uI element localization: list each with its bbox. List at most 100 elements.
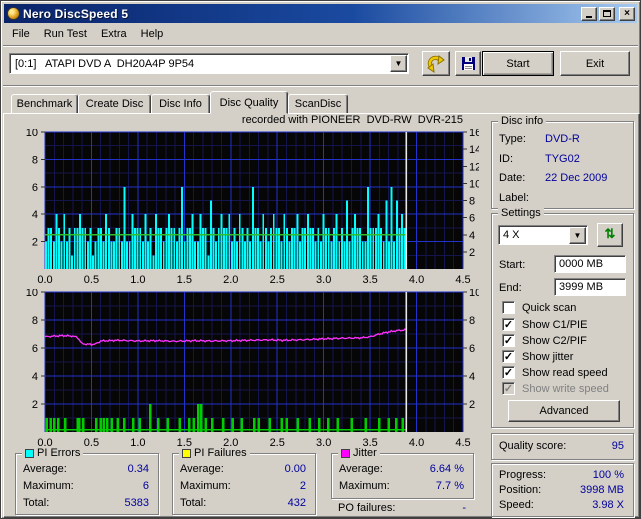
svg-text:10: 10 (26, 129, 38, 139)
app-window: Nero DiscSpeed 5 × File Run Test Extra H… (0, 0, 641, 519)
maximize-icon (603, 9, 611, 17)
menu-file[interactable]: File (5, 26, 37, 44)
chevron-down-icon[interactable]: ▼ (569, 226, 586, 244)
disc-label-label: Label: (499, 192, 529, 204)
po-failures-row: PO failures: - (338, 502, 468, 516)
checkbox-show-jitter[interactable]: Show jitter (502, 350, 573, 363)
svg-text:2.5: 2.5 (270, 274, 285, 286)
pie-maximum-label: Maximum: (23, 480, 74, 492)
advanced-button[interactable]: Advanced (508, 400, 620, 422)
close-button[interactable]: × (619, 6, 635, 21)
pi-errors-stats-box: PI Errors Average: 0.34 Maximum: 6 Total: 5… (15, 447, 159, 515)
jitter-maximum-value: 7.7 % (435, 480, 464, 492)
tab-benchmark[interactable]: Benchmark (11, 94, 78, 114)
svg-text:14: 14 (469, 144, 479, 156)
progress-value: 100 % (592, 469, 624, 481)
checkbox-icon (502, 366, 515, 379)
svg-text:4: 4 (469, 230, 475, 242)
disc-date-value: 22 Dec 2009 (545, 172, 608, 184)
window-title: Nero DiscSpeed 5 (23, 6, 129, 21)
svg-text:1.0: 1.0 (130, 274, 145, 286)
pie-total-label: Total: (23, 497, 50, 509)
disc-info-box: Disc info Type: DVD-R ID: TYG02 Date: 22 De… (491, 115, 634, 209)
svg-text:3.0: 3.0 (316, 274, 331, 286)
svg-text:1.5: 1.5 (177, 274, 192, 286)
menu-help[interactable]: Help (134, 26, 171, 44)
progress-label: Progress: (499, 469, 547, 481)
drive-select-combo[interactable]: [0:1] ATAPI DVD A DH20A4P 9P54 ▼ (9, 53, 409, 74)
svg-text:4.0: 4.0 (409, 274, 424, 286)
chevron-down-icon[interactable]: ▼ (390, 55, 407, 72)
svg-text:3.0: 3.0 (316, 437, 331, 449)
svg-text:4: 4 (32, 371, 38, 383)
start-button[interactable]: Start (482, 51, 554, 76)
svg-text:2.0: 2.0 (223, 274, 238, 286)
exit-button[interactable]: Exit (560, 51, 630, 76)
scan-start-label: Start: (499, 259, 526, 271)
pif-maximum-label: Maximum: (180, 480, 231, 492)
checkbox-label: Show C2/PIF (522, 334, 587, 347)
separator (3, 45, 638, 47)
svg-text:2: 2 (32, 399, 38, 411)
checkbox-icon (502, 301, 515, 314)
svg-text:0.5: 0.5 (84, 274, 99, 286)
save-results-button[interactable] (455, 51, 481, 76)
pi-errors-chart: 10 8 6 4 2 16 14 12 10 8 6 4 2 0.0 0.5 1.0 1.5 2.0 2.5 3.0 3… (26, 129, 479, 286)
checkbox-label: Show jitter (522, 350, 574, 363)
svg-text:10: 10 (26, 289, 38, 299)
svg-text:16: 16 (469, 129, 479, 139)
svg-text:2.5: 2.5 (270, 437, 285, 449)
pi-failures-title: PI Failures (194, 447, 247, 459)
scan-start-input[interactable]: 0000 MB (554, 255, 626, 273)
svg-text:6: 6 (469, 213, 475, 225)
pif-total-label: Total: (180, 497, 207, 509)
pi-failures-stats-box: PI Failures Average: 0.00 Maximum: 2 Total… (172, 447, 316, 515)
disc-id-label: ID: (499, 153, 514, 165)
disc-info-title: Disc info (498, 115, 547, 127)
jitter-average-value: 6.64 % (429, 463, 464, 475)
minimize-icon (586, 15, 592, 18)
svg-text:4.5: 4.5 (455, 437, 470, 449)
checkbox-label: Show write speed (522, 382, 609, 395)
speed-select-combo[interactable]: 4 X ▼ (498, 225, 588, 245)
checkbox-quick-scan[interactable]: Quick scan (502, 301, 576, 314)
svg-text:10: 10 (469, 289, 479, 299)
eject-disc-button[interactable] (422, 51, 450, 76)
po-failures-value: - (462, 502, 466, 514)
svg-text:8: 8 (469, 196, 475, 208)
tab-disc-info[interactable]: Disc Info (151, 94, 210, 114)
pif-average-value: 0.00 (284, 463, 306, 475)
svg-text:2: 2 (469, 247, 475, 259)
pi-failures-jitter-chart: 1086421086420.00.51.01.52.02.53.03.54.04… (26, 289, 479, 449)
start-button-label: Start (506, 57, 530, 70)
checkbox-label: Show C1/PIE (522, 318, 588, 331)
tab-create-disc[interactable]: Create Disc (78, 94, 151, 114)
jitter-stats-box: Jitter Average: 6.64 % Maximum: 7.7 % (331, 447, 474, 499)
menu-extra[interactable]: Extra (94, 26, 134, 44)
refresh-disc-button[interactable]: ⇅ (597, 223, 623, 247)
scan-end-label: End: (499, 282, 522, 294)
jitter-title: Jitter (353, 447, 377, 459)
minimize-button[interactable] (581, 6, 597, 21)
checkbox-label: Quick scan (522, 301, 577, 314)
title-bar[interactable]: Nero DiscSpeed 5 × (4, 4, 637, 23)
svg-text:4.0: 4.0 (409, 437, 424, 449)
pi-errors-title: PI Errors (37, 447, 81, 459)
exit-button-label: Exit (585, 57, 605, 70)
scan-end-input[interactable]: 3999 MB (554, 278, 626, 296)
jitter-average-label: Average: (339, 463, 383, 475)
tab-scandisc[interactable]: ScanDisc (288, 94, 348, 114)
tab-disc-quality[interactable]: Disc Quality (210, 91, 288, 114)
checkbox-icon (502, 318, 515, 331)
checkbox-show-c2-pif[interactable]: Show C2/PIF (502, 334, 587, 347)
position-value: 3998 MB (579, 484, 624, 496)
checkbox-show-c1-pie[interactable]: Show C1/PIE (502, 318, 587, 331)
svg-text:0.5: 0.5 (84, 437, 99, 449)
pi-errors-swatch (25, 448, 34, 458)
maximize-button[interactable] (599, 6, 615, 21)
menu-run-test[interactable]: Run Test (37, 26, 94, 44)
checkbox-show-read-speed[interactable]: Show read speed (502, 366, 608, 379)
svg-text:10: 10 (469, 178, 479, 190)
settings-box: Settings 4 X ▼ ⇅ Start: 0000 MB End: 399… (491, 207, 634, 428)
jitter-maximum-label: Maximum: (339, 480, 390, 492)
